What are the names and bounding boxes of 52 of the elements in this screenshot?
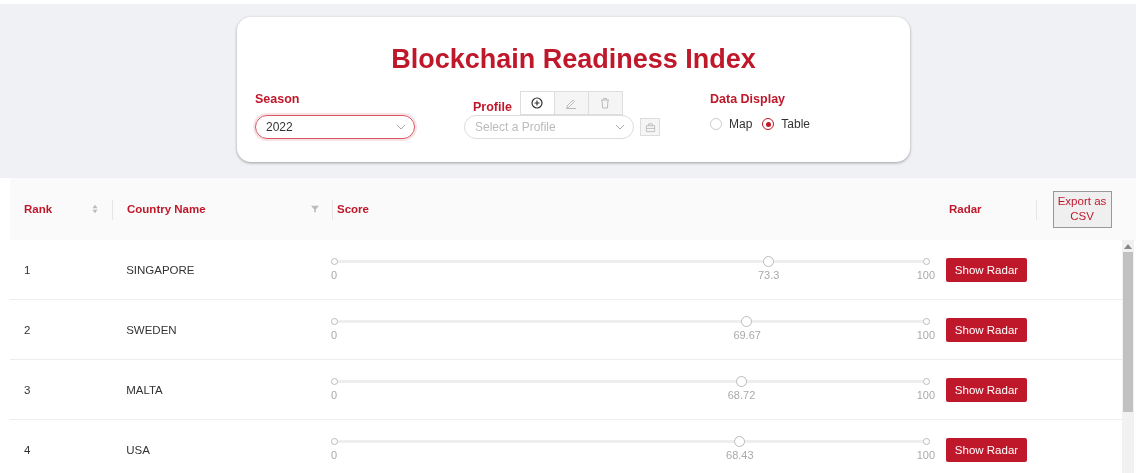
plus-circle-icon [531, 97, 544, 109]
data-display-label: Data Display [710, 91, 787, 107]
sort-icon[interactable] [91, 204, 99, 214]
display-radio[interactable]: Map [710, 117, 753, 131]
export-csv-button[interactable]: Export as CSV [1052, 190, 1112, 228]
scrollbar[interactable] [1122, 240, 1134, 473]
show-radar-button[interactable]: Show Radar [946, 437, 1027, 462]
chevron-icon [396, 124, 406, 130]
profile-label: Profile [473, 99, 512, 115]
trash-icon [599, 97, 612, 109]
slider-max-label: 100 [916, 329, 935, 341]
slider-min-label: 0 [331, 269, 338, 281]
pencil-icon [565, 97, 578, 109]
rank-cell: 2 [24, 323, 31, 336]
season-label: Season [255, 91, 301, 107]
column-header: Score [337, 203, 369, 215]
rank-cell: 4 [24, 443, 31, 456]
slider-max-label: 100 [916, 269, 935, 281]
score-slider[interactable] [331, 256, 930, 267]
score-value: 73.3 [757, 269, 780, 281]
score-slider[interactable] [331, 376, 930, 387]
display-radio[interactable]: Table [762, 117, 811, 131]
slider-min-label: 0 [331, 329, 338, 341]
column-header: Rank [24, 203, 53, 215]
chevron-icon [615, 124, 625, 130]
slider-min-label: 0 [331, 389, 338, 401]
score-slider[interactable] [331, 316, 930, 327]
column-header: Country Name [127, 203, 206, 215]
delete-profile-button[interactable] [587, 91, 623, 115]
score-value: 68.72 [727, 389, 756, 401]
rank-cell: 1 [24, 263, 31, 276]
rank-cell: 3 [24, 383, 31, 396]
slider-min-label: 0 [331, 449, 338, 461]
add-profile-button[interactable] [519, 91, 555, 115]
column-header: Radar [949, 203, 982, 215]
scroll-up-icon[interactable] [1124, 244, 1132, 249]
filter-icon[interactable] [311, 204, 319, 214]
score-slider[interactable] [331, 436, 930, 447]
slider-max-label: 100 [916, 449, 935, 461]
country-cell: MALTA [126, 383, 163, 396]
profile-settings-button[interactable] [640, 118, 660, 136]
show-radar-button[interactable]: Show Radar [946, 317, 1027, 342]
slider-max-label: 100 [916, 389, 935, 401]
country-cell: USA [126, 443, 150, 456]
briefcase-icon [644, 121, 656, 133]
show-radar-button[interactable]: Show Radar [946, 257, 1027, 282]
country-cell: SINGAPORE [126, 263, 195, 276]
country-cell: SWEDEN [126, 323, 177, 336]
page-title: Blockchain Readiness Index [390, 43, 757, 75]
show-radar-button[interactable]: Show Radar [946, 377, 1027, 402]
score-value: 69.67 [733, 329, 761, 341]
score-value: 68.43 [726, 449, 754, 461]
